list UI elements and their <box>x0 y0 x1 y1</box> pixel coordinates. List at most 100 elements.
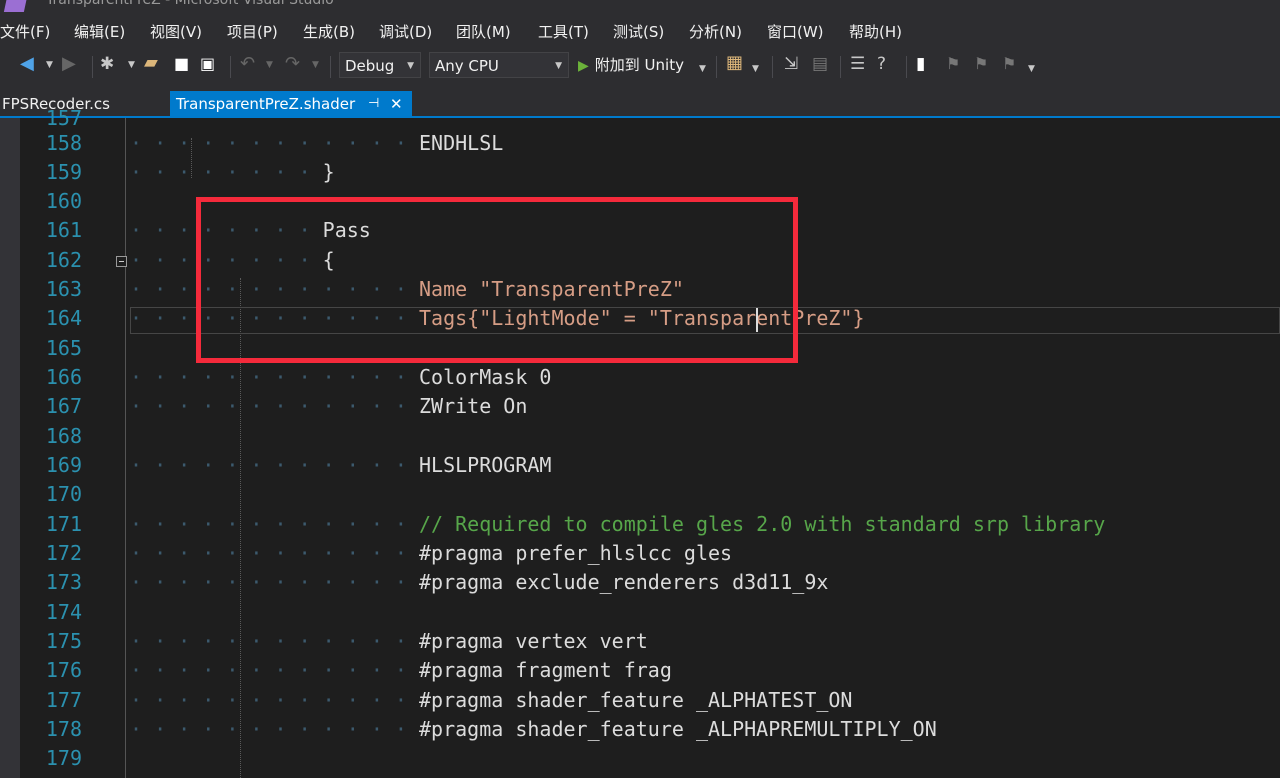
forward-icon[interactable]: ▶ <box>62 55 76 73</box>
toolbar-separator <box>906 56 907 78</box>
attach-dropdown-icon[interactable]: ▼ <box>699 60 706 78</box>
undo-dropdown-icon[interactable]: ▼ <box>266 56 273 74</box>
code-line: 171 · · · · · · · · · · · · // Required … <box>0 510 1280 539</box>
line-number: 166 <box>45 365 82 389</box>
code-line: 175 · · · · · · · · · · · · #pragma vert… <box>0 627 1280 656</box>
code-line: 177 · · · · · · · · · · · · #pragma shad… <box>0 686 1280 715</box>
menu-window[interactable]: 窗口(W) <box>767 21 824 42</box>
code-line: 172 · · · · · · · · · · · · #pragma pref… <box>0 539 1280 568</box>
code-line: 168 <box>0 422 1280 451</box>
annotation-highlight-box <box>196 197 798 363</box>
solution-platform-dropdown[interactable]: Any CPU ▼ <box>429 52 569 78</box>
code-line: 159 · · · · · · · · } <box>0 158 1280 187</box>
clear-bookmarks-icon[interactable]: ⚑ <box>1002 55 1016 73</box>
code-line: 169 · · · · · · · · · · · · HLSLPROGRAM <box>0 451 1280 480</box>
toolbar-separator <box>716 56 717 78</box>
line-number: 158 <box>45 131 82 155</box>
line-number: 176 <box>45 658 82 682</box>
menu-debug[interactable]: 调试(D) <box>379 21 432 42</box>
code-text: · · · · · · · · · · · · #pragma prefer_h… <box>130 541 733 565</box>
menu-project[interactable]: 项目(P) <box>227 21 278 42</box>
menu-build[interactable]: 生成(B) <box>303 21 355 42</box>
code-text: · · · · · · · · · · · · #pragma shader_f… <box>130 717 937 741</box>
toolbar-separator <box>840 56 841 78</box>
comment-icon[interactable]: ☰ <box>850 55 865 73</box>
solution-configuration-dropdown[interactable]: Debug ▼ <box>339 52 421 78</box>
toolbar-separator <box>772 56 773 78</box>
code-text: · · · · · · · · · · · · // Required to c… <box>130 512 1106 536</box>
code-line: 176 · · · · · · · · · · · · #pragma frag… <box>0 656 1280 685</box>
code-text: · · · · · · · · · · · · ColorMask 0 <box>130 365 552 389</box>
line-number: 160 <box>45 189 82 213</box>
new-project-icon[interactable]: ✱ <box>100 55 114 73</box>
previous-bookmark-icon[interactable]: ⚑ <box>946 55 960 73</box>
platform-value: Any CPU <box>435 57 499 75</box>
menu-test[interactable]: 测试(S) <box>613 21 664 42</box>
code-text: · · · · · · · · · · · · #pragma vertex v… <box>130 629 648 653</box>
toolbar-separator <box>92 56 93 78</box>
code-text: · · · · · · · · · · · · #pragma exclude_… <box>130 570 829 594</box>
code-line: 174 <box>0 598 1280 627</box>
play-icon: ▶ <box>578 58 589 74</box>
code-text: · · · · · · · · · · · · #pragma fragment… <box>130 658 672 682</box>
step-over-icon[interactable]: ▤ <box>812 55 828 73</box>
line-number: 177 <box>45 688 82 712</box>
line-number: 161 <box>45 218 82 242</box>
redo-dropdown-icon[interactable]: ▼ <box>312 56 319 74</box>
redo-icon[interactable]: ↷ <box>285 55 300 73</box>
back-dropdown-icon[interactable]: ▼ <box>46 56 53 74</box>
save-icon[interactable]: ■ <box>174 55 189 73</box>
menu-bar: 文件(F) 编辑(E) 视图(V) 项目(P) 生成(B) 调试(D) 团队(M… <box>0 14 1280 46</box>
attach-label: 附加到 Unity <box>594 56 684 74</box>
code-line: 170 <box>0 480 1280 509</box>
menu-file[interactable]: 文件(F) <box>0 21 50 42</box>
code-line: 167 · · · · · · · · · · · · ZWrite On <box>0 392 1280 421</box>
window-title: TransparentPreZ - Microsoft Visual Studi… <box>46 0 334 8</box>
undo-icon[interactable]: ↶ <box>240 55 255 73</box>
menu-view[interactable]: 视图(V) <box>150 21 202 42</box>
code-line: 178 · · · · · · · · · · · · #pragma shad… <box>0 715 1280 744</box>
line-number: 167 <box>45 394 82 418</box>
line-number: 174 <box>45 600 82 624</box>
attach-to-unity-button[interactable]: ▶ 附加到 Unity <box>578 52 684 78</box>
code-text: · · · · · · · · · · · · ENDHLSL <box>130 131 504 155</box>
menu-team[interactable]: 团队(M) <box>456 21 511 42</box>
menu-tools[interactable]: 工具(T) <box>538 21 589 42</box>
code-text: · · · · · · · · · · · · ZWrite On <box>130 394 528 418</box>
open-file-icon[interactable]: ▰ <box>144 54 158 72</box>
code-text: · · · · · · · · · · · · #pragma shader_f… <box>130 688 853 712</box>
line-number: 173 <box>45 570 82 594</box>
line-number: 159 <box>45 160 82 184</box>
find-dropdown-icon[interactable]: ▼ <box>752 60 759 78</box>
code-line: 173 · · · · · · · · · · · · #pragma excl… <box>0 568 1280 597</box>
configuration-value: Debug <box>345 57 395 75</box>
menu-analyze[interactable]: 分析(N) <box>689 21 742 42</box>
line-number: 179 <box>45 746 82 770</box>
line-number: 169 <box>45 453 82 477</box>
menu-help[interactable]: 帮助(H) <box>849 21 902 42</box>
menu-edit[interactable]: 编辑(E) <box>74 21 125 42</box>
toolbar-separator <box>330 56 331 78</box>
line-number: 172 <box>45 541 82 565</box>
quick-info-icon[interactable]: ? <box>877 55 886 73</box>
visual-studio-logo-icon <box>3 0 29 12</box>
line-number: 170 <box>45 482 82 506</box>
code-text: · · · · · · · · · · · · HLSLPROGRAM <box>130 453 552 477</box>
bookmark-icon[interactable]: ▮ <box>916 55 925 73</box>
line-number: 171 <box>45 512 82 536</box>
back-icon[interactable]: ◀ <box>20 55 34 73</box>
code-line: 179 <box>0 744 1280 773</box>
toolbar-overflow-icon[interactable]: ▼ <box>1028 60 1035 78</box>
code-text: · · · · · · · · } <box>130 160 335 184</box>
chevron-down-icon: ▼ <box>555 61 562 71</box>
next-bookmark-icon[interactable]: ⚑ <box>974 55 988 73</box>
code-line: 158 · · · · · · · · · · · · ENDHLSL <box>0 129 1280 158</box>
step-into-icon[interactable]: ⇲ <box>784 55 798 73</box>
find-in-files-icon[interactable]: ▦ <box>726 54 743 72</box>
line-number: 175 <box>45 629 82 653</box>
title-bar: TransparentPreZ - Microsoft Visual Studi… <box>0 0 1280 14</box>
save-all-icon[interactable]: ▣ <box>200 55 215 73</box>
line-number: 162 <box>45 248 82 272</box>
line-number: 164 <box>45 306 82 330</box>
new-project-dropdown-icon[interactable]: ▼ <box>128 56 135 74</box>
